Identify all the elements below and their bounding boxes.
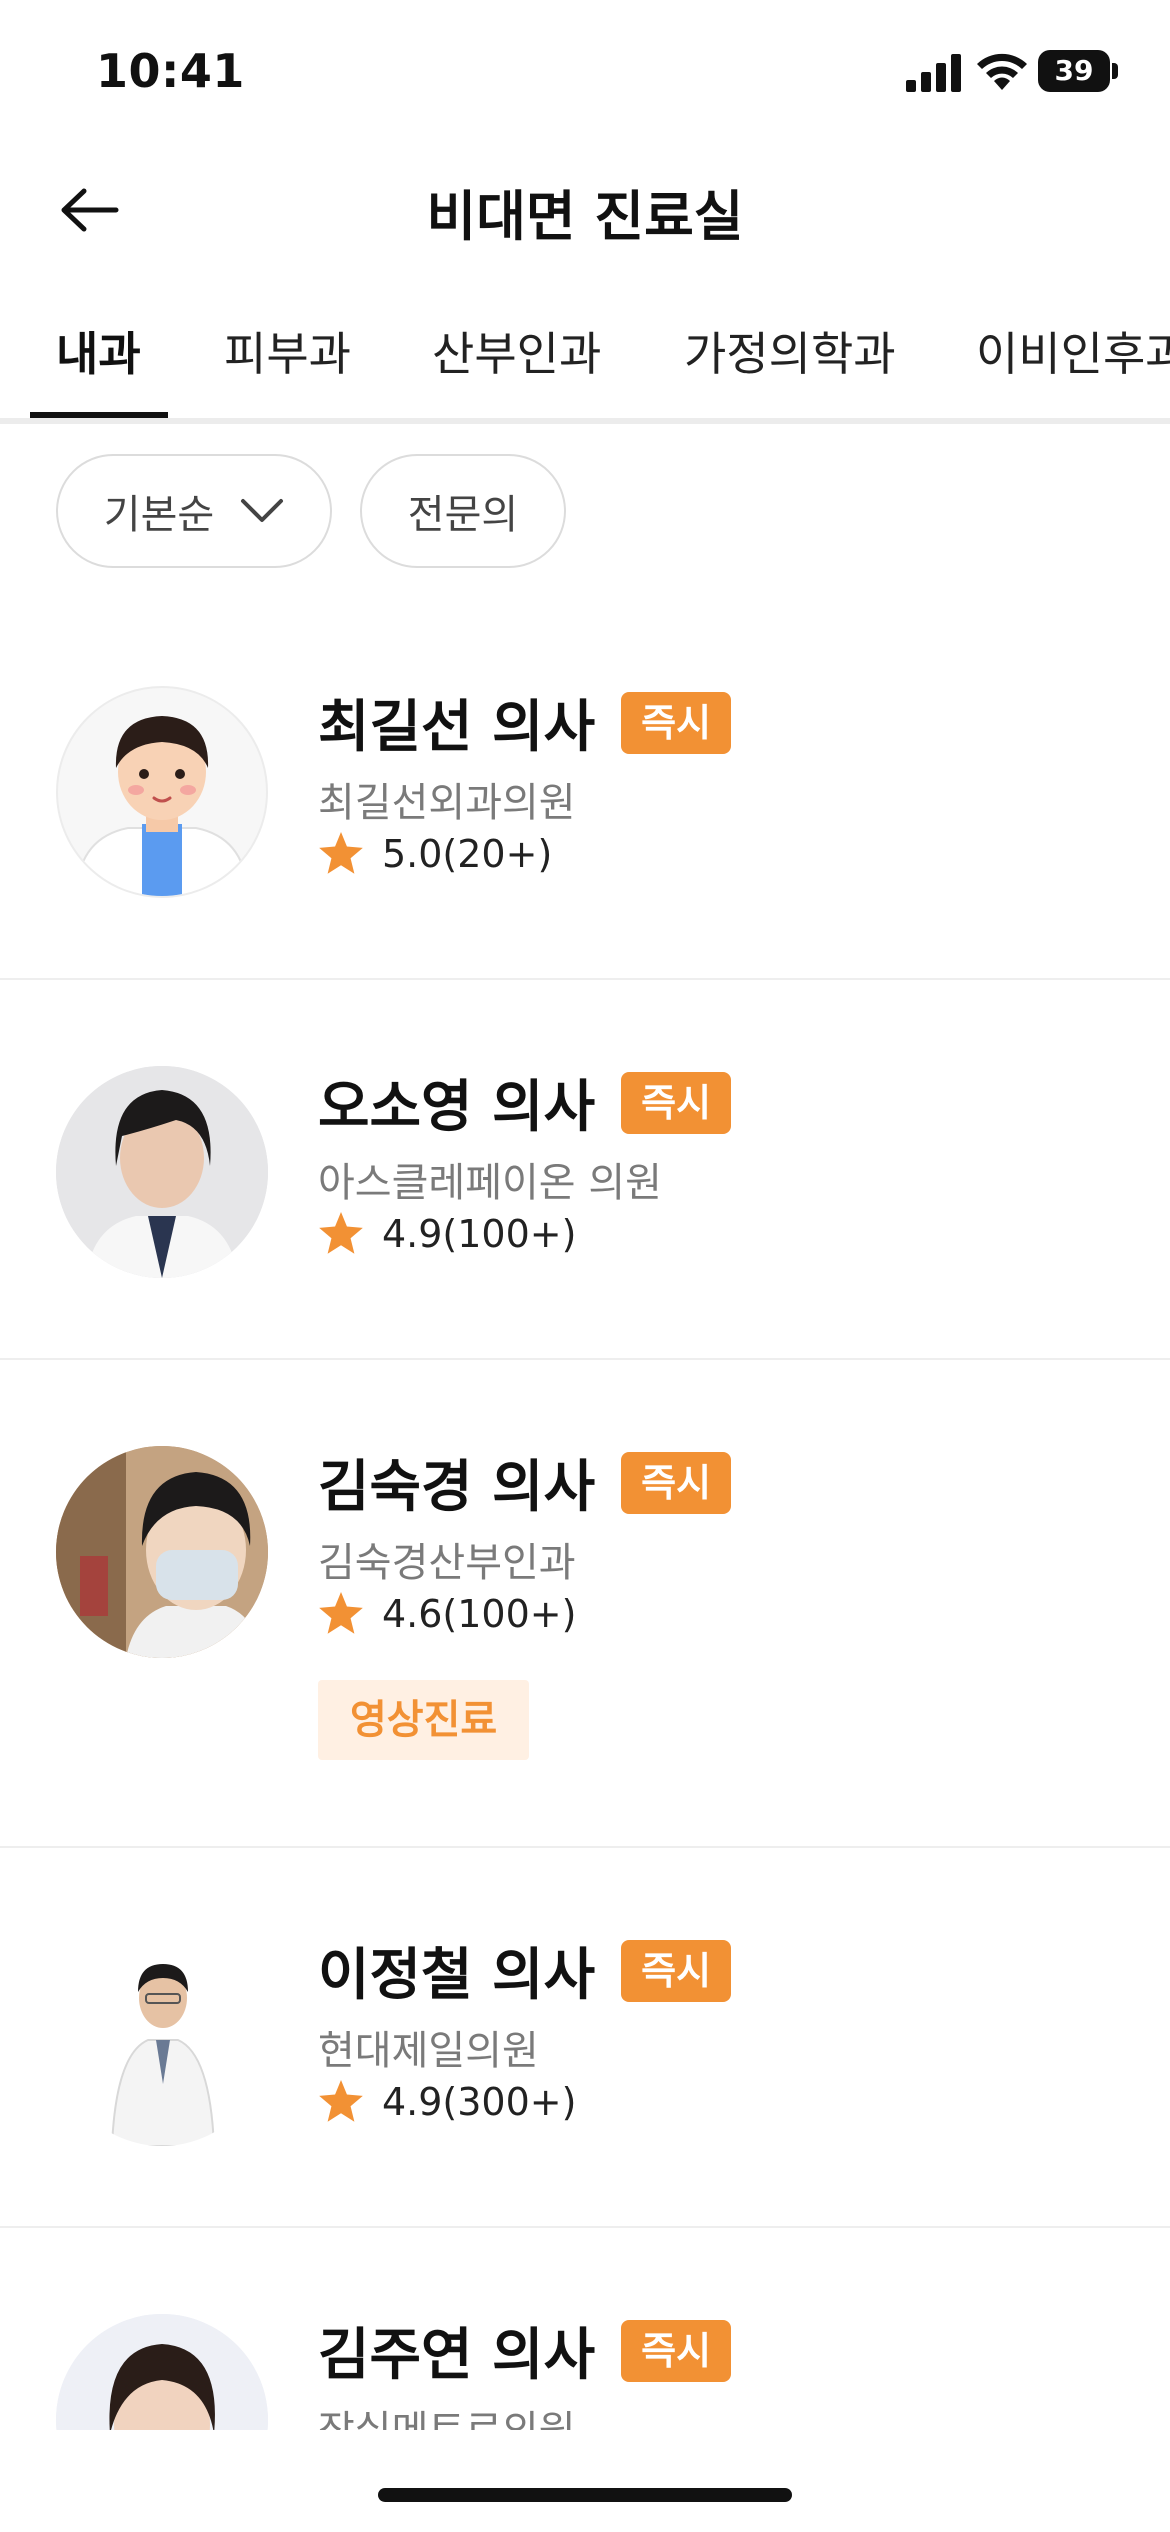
tab-ent[interactable]: 이비인후과 <box>976 318 1170 418</box>
specialist-filter-chip[interactable]: 전문의 <box>360 454 566 568</box>
rating-value: 5.0(20+) <box>382 832 553 876</box>
cellular-signal-icon <box>906 54 961 92</box>
tab-dermatology[interactable]: 피부과 <box>224 318 351 418</box>
active-tab-indicator <box>30 412 168 418</box>
battery-level: 39 <box>1054 54 1094 87</box>
doctor-card[interactable]: 오소영 의사 즉시 아스클레페이온 의원 4.9(100+) <box>0 980 1170 1360</box>
tab-family-medicine[interactable]: 가정의학과 <box>684 318 896 418</box>
doctor-card[interactable]: 이정철 의사 즉시 현대제일의원 4.9(300+) <box>0 1848 1170 2228</box>
doctor-name: 최길선 의사 <box>318 695 596 760</box>
rating-row: 4.9(300+) <box>318 2080 576 2124</box>
doctor-list: 최길선 의사 즉시 최길선외과의원 5.0(20+) 오소영 의사 즉시 아스클… <box>0 590 1170 2430</box>
star-icon <box>319 2080 363 2122</box>
star-icon <box>319 1592 363 1634</box>
doctor-photo-icon <box>56 2314 268 2430</box>
doctor-name-row: 이정철 의사 즉시 <box>318 1930 732 2011</box>
wifi-icon <box>977 53 1027 90</box>
doctor-name: 오소영 의사 <box>318 1075 596 1140</box>
doctor-name-row: 최길선 의사 즉시 <box>318 682 732 763</box>
doctor-photo-icon <box>56 1066 268 1278</box>
specialist-label: 전문의 <box>407 492 519 538</box>
page-title: 비대면 진료실 <box>426 185 744 248</box>
clinic-name: 김숙경산부인과 <box>318 1540 576 1586</box>
doctor-avatar <box>56 1446 268 1658</box>
star-icon <box>319 1212 363 1254</box>
status-bar: 10:41 39 <box>0 0 1170 140</box>
doctor-card[interactable]: 김숙경 의사 즉시 김숙경산부인과 4.6(100+) 영상진료 <box>0 1360 1170 1848</box>
rating-row: 4.6(100+) <box>318 1592 576 1636</box>
instant-badge: 즉시 <box>621 1451 732 1514</box>
tab-internal-medicine[interactable]: 내과 <box>56 318 141 418</box>
rating-row: 4.9(100+) <box>318 1212 576 1256</box>
rating-value: 4.6(100+) <box>382 1592 577 1636</box>
doctor-name-row: 오소영 의사 즉시 <box>318 1062 732 1143</box>
header: 비대면 진료실 <box>0 140 1170 270</box>
home-indicator <box>378 2488 792 2502</box>
screen: 10:41 39 비대면 진료실 내과 피부과 산부인과 가정의학과 이비인후과… <box>0 0 1170 2532</box>
doctor-illustration-icon <box>74 716 250 896</box>
doctor-name: 이정철 의사 <box>318 1943 596 2008</box>
doctor-name: 김주연 의사 <box>318 2323 596 2388</box>
instant-badge: 즉시 <box>621 691 732 754</box>
status-time: 10:41 <box>96 44 245 98</box>
clinic-name: 현대제일의원 <box>318 2028 539 2074</box>
chevron-down-icon <box>241 499 284 522</box>
doctor-avatar <box>56 1934 268 2146</box>
clinic-name: 아스클레페이온 의원 <box>318 1160 662 1206</box>
battery-icon: 39 <box>1038 50 1118 92</box>
doctor-name-row: 김숙경 의사 즉시 <box>318 1442 732 1523</box>
doctor-name-row: 김주연 의사 즉시 <box>318 2310 732 2391</box>
video-consult-tag: 영상진료 <box>318 1680 530 1760</box>
tab-obstetrics[interactable]: 산부인과 <box>432 318 601 418</box>
rating-value: 4.9(300+) <box>382 2080 577 2124</box>
rating-row: 5.0(20+) <box>318 832 552 876</box>
doctor-avatar <box>56 686 268 898</box>
doctor-name: 김숙경 의사 <box>318 1455 596 1520</box>
doctor-photo-icon <box>56 1934 268 2146</box>
clinic-name: 잠실메트로의원 <box>318 2398 576 2430</box>
doctor-card[interactable]: 김주연 의사 즉시 잠실메트로의원 <box>0 2228 1170 2430</box>
sort-dropdown[interactable]: 기본순 <box>56 454 332 568</box>
doctor-avatar <box>56 1066 268 1278</box>
rating-value: 4.9(100+) <box>382 1212 577 1256</box>
instant-badge: 즉시 <box>621 2319 732 2382</box>
category-tabs: 내과 피부과 산부인과 가정의학과 이비인후과 <box>0 300 1170 424</box>
clinic-name: 최길선외과의원 <box>318 780 576 826</box>
instant-badge: 즉시 <box>621 1071 732 1134</box>
star-icon <box>319 832 363 874</box>
sort-label: 기본순 <box>103 492 215 538</box>
doctor-avatar <box>56 2314 268 2430</box>
doctor-photo-icon <box>56 1446 268 1658</box>
doctor-card[interactable]: 최길선 의사 즉시 최길선외과의원 5.0(20+) <box>0 590 1170 980</box>
instant-badge: 즉시 <box>621 1939 732 2002</box>
filter-bar: 기본순 전문의 <box>0 454 1170 570</box>
